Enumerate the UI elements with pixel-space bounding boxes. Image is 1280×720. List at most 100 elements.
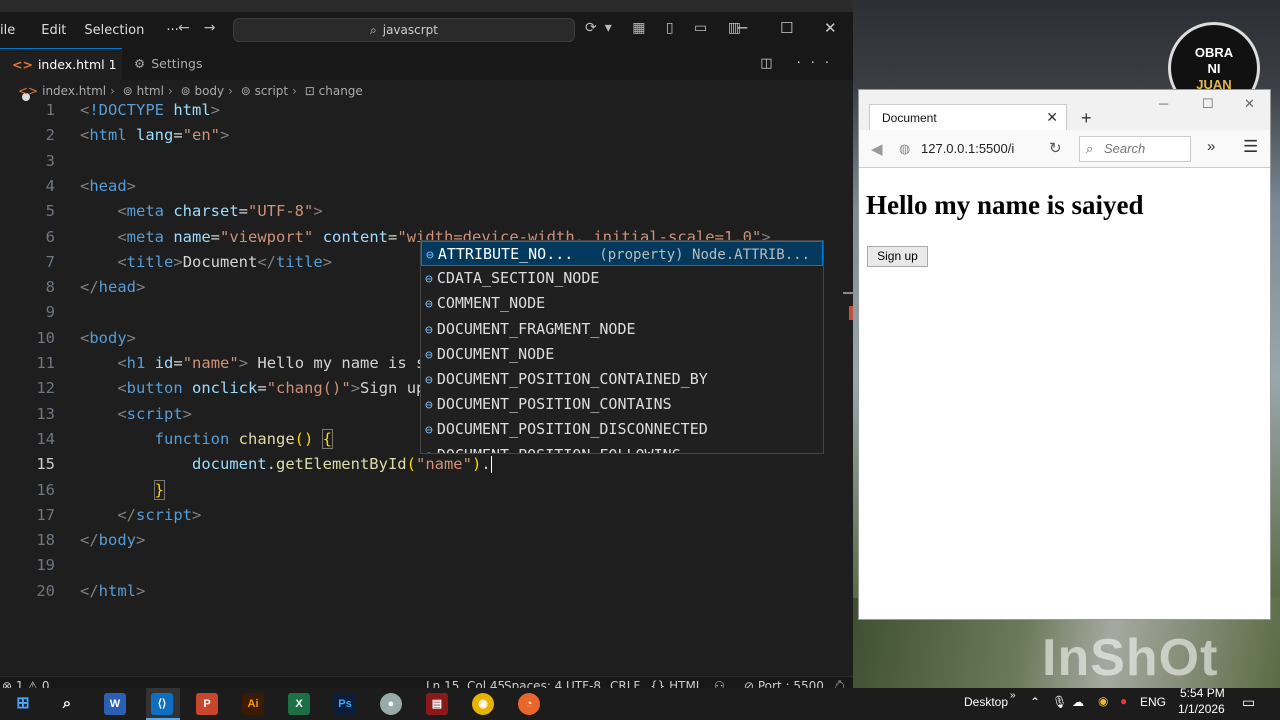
property-icon: ⊖: [425, 423, 433, 439]
chrome-icon[interactable]: ◉: [472, 693, 494, 715]
record-icon[interactable]: ●: [1120, 694, 1127, 708]
split-editor-icon[interactable]: ◫ ···: [760, 56, 839, 71]
suggestion-item[interactable]: ⊖ DOCUMENT_NODE: [421, 342, 823, 367]
chrome-tray-icon[interactable]: ◉: [1098, 694, 1108, 708]
firefox-icon[interactable]: ◔: [518, 693, 540, 715]
code-line[interactable]: <script>: [80, 405, 192, 423]
code-line[interactable]: }: [80, 479, 166, 500]
code-line[interactable]: <h1 id="name"> Hello my name is saiyed: [80, 354, 472, 372]
app-icon[interactable]: ▤: [426, 693, 448, 715]
back-icon[interactable]: ◀: [871, 140, 883, 158]
menu-file[interactable]: ile: [0, 23, 23, 38]
breadcrumb-item[interactable]: html: [137, 84, 164, 98]
code-line[interactable]: </html>: [80, 582, 145, 600]
code-line[interactable]: <meta charset="UTF-8">: [80, 202, 322, 220]
suggestion-label: DOCUMENT_NODE: [436, 344, 555, 363]
breadcrumb-item[interactable]: change: [319, 84, 363, 98]
command-center-search[interactable]: ⌕ javascrpt: [233, 18, 575, 42]
close-icon[interactable]: ✕: [1244, 96, 1255, 112]
property-icon: ⊖: [426, 248, 434, 263]
hamburger-menu-icon[interactable]: ☰: [1243, 137, 1258, 157]
menu-selection[interactable]: Selection: [76, 23, 152, 38]
text-cursor: [490, 456, 492, 474]
search-icon[interactable]: ⌕: [56, 693, 78, 715]
code-line[interactable]: <body>: [80, 329, 136, 347]
breadcrumb-item[interactable]: body: [194, 84, 224, 98]
suggestion-item[interactable]: ⊖ DOCUMENT_FRAGMENT_NODE: [421, 317, 823, 342]
suggestion-item[interactable]: ⊖ COMMENT_NODE: [421, 291, 823, 316]
maximize-icon[interactable]: ☐: [780, 19, 793, 37]
nav-back-forward[interactable]: ←→: [178, 20, 229, 36]
line-number: 16: [36, 480, 55, 499]
clock-time[interactable]: 5:54 PM: [1180, 686, 1225, 700]
code-line[interactable]: </body>: [80, 531, 145, 549]
microphone-icon[interactable]: 🎙︎: [1052, 695, 1067, 709]
cloud-icon[interactable]: ☁: [1072, 695, 1084, 709]
windows-start-icon[interactable]: ⊞: [12, 693, 34, 715]
word-icon[interactable]: W: [104, 693, 126, 715]
suggestion-item[interactable]: ⊖ ATTRIBUTE_NO... (property) Node.ATTRIB..…: [421, 241, 823, 267]
new-tab-icon[interactable]: +: [1081, 108, 1092, 129]
code-line[interactable]: </script>: [80, 506, 201, 524]
line-number: 14: [36, 429, 55, 448]
illustrator-icon[interactable]: Ai: [242, 693, 264, 715]
tab-index-html[interactable]: <> index.html 1: [0, 48, 122, 101]
reload-icon[interactable]: ↻: [1049, 139, 1062, 157]
scrollbar-error-mark[interactable]: [849, 306, 853, 320]
minimize-icon[interactable]: ─: [738, 19, 747, 37]
code-line[interactable]: function change() {: [80, 428, 334, 449]
code-line[interactable]: <button onclick="chang()">Sign up: [80, 379, 425, 397]
code-line[interactable]: <html lang="en">: [80, 126, 229, 144]
line-number: 17: [36, 505, 55, 524]
close-icon[interactable]: ✕: [824, 19, 837, 37]
breadcrumb-item[interactable]: script: [255, 84, 288, 98]
breadcrumb-item[interactable]: index.html: [42, 84, 106, 98]
app-icon[interactable]: ●: [380, 693, 402, 715]
code-line[interactable]: </head>: [80, 278, 145, 296]
tab-settings[interactable]: ⚙ Settings: [122, 48, 232, 80]
gear-icon: ⚙: [134, 56, 146, 71]
overflow-chevron-icon[interactable]: »: [1207, 138, 1215, 155]
suggestion-item[interactable]: ⊖ DOCUMENT_POSITION_CONTAINS: [421, 392, 823, 417]
minimize-icon[interactable]: ─: [1159, 96, 1168, 111]
line-number: 5: [45, 202, 55, 221]
code-line[interactable]: document.getElementById("name").: [80, 455, 492, 474]
photoshop-icon[interactable]: Ps: [334, 693, 356, 715]
code-line[interactable]: <head>: [80, 177, 136, 195]
chevron-right-icon: ›: [110, 84, 115, 98]
chevron-right-icon[interactable]: »: [1010, 690, 1016, 701]
info-icon[interactable]: ◍: [899, 136, 910, 162]
vscode-window: ile Edit Selection ··· ←→ ⌕ javascrpt ⟳▾ …: [0, 0, 853, 696]
desktop-toolbar-label[interactable]: Desktop: [964, 695, 1008, 709]
vscode-icon[interactable]: ⟨⟩: [151, 693, 173, 715]
suggestion-detail: (property) Node.ATTRIB...: [599, 247, 811, 263]
language-indicator[interactable]: ENG: [1140, 695, 1166, 709]
suggestion-item[interactable]: ⊖ DOCUMENT_POSITION_DISCONNECTED: [421, 417, 823, 442]
chevron-right-icon: ›: [167, 84, 173, 98]
menu-edit[interactable]: Edit: [33, 23, 74, 38]
suggestion-item[interactable]: ⊖ CDATA_SECTION_NODE: [421, 266, 823, 291]
line-number: 9: [45, 303, 55, 322]
suggestion-item[interactable]: ⊖ DOCUMENT_POSITION_CONTAINED_BY: [421, 367, 823, 392]
tray-chevron-up-icon[interactable]: ⌃: [1030, 695, 1040, 709]
powerpoint-icon[interactable]: P: [196, 693, 218, 715]
search-field[interactable]: ⌕ Search: [1079, 136, 1191, 162]
maximize-icon[interactable]: ☐: [1202, 96, 1214, 112]
line-number: 20: [36, 581, 55, 600]
clock-date[interactable]: 1/1/2026: [1178, 702, 1225, 716]
excel-icon[interactable]: X: [288, 693, 310, 715]
layout-icons[interactable]: ⟳▾ ▦ ▯ ▭ ▥: [585, 20, 749, 36]
line-number: 2: [45, 126, 55, 145]
suggestion-item[interactable]: ⊖ DOCUMENT_POSITION_FOLLOWING: [421, 443, 823, 454]
address-bar[interactable]: ◍ 127.0.0.1:5500/i: [893, 136, 1073, 162]
line-number: 7: [45, 252, 55, 271]
element-icon: ⊚: [122, 84, 137, 98]
notification-icon[interactable]: ▭: [1242, 694, 1255, 711]
signup-button[interactable]: Sign up: [867, 246, 928, 267]
code-line[interactable]: <!DOCTYPE html>: [80, 101, 220, 119]
logo-line-1: OBRA: [1194, 45, 1234, 60]
close-tab-icon[interactable]: ✕: [1046, 109, 1058, 126]
line-number: 11: [36, 354, 55, 372]
browser-tab[interactable]: Document ✕: [869, 104, 1067, 130]
code-line[interactable]: <title>Document</title>: [80, 253, 332, 271]
